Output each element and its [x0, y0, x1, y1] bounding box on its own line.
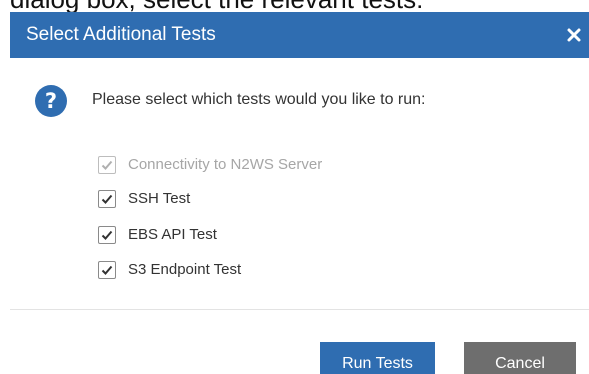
footer-divider: [10, 309, 589, 310]
dialog-prompt: Please select which tests would you like…: [92, 91, 426, 108]
close-icon[interactable]: [563, 24, 585, 46]
test-option-connectivity: Connectivity to N2WS Server: [98, 154, 322, 176]
test-label-ebs-api: EBS API Test: [128, 226, 217, 243]
dialog-titlebar: Select Additional Tests: [10, 12, 589, 58]
test-option-ebs-api[interactable]: EBS API Test: [98, 224, 217, 246]
test-label-connectivity: Connectivity to N2WS Server: [128, 156, 323, 173]
checkmark-icon: [101, 160, 113, 170]
dialog-title: Select Additional Tests: [26, 24, 216, 45]
test-option-s3-endpoint[interactable]: S3 Endpoint Test: [98, 259, 241, 281]
checkbox-ssh[interactable]: [98, 190, 116, 208]
test-label-s3-endpoint: S3 Endpoint Test: [128, 261, 242, 278]
checkbox-ebs-api[interactable]: [98, 226, 116, 244]
checkmark-icon: [101, 194, 113, 204]
cancel-button[interactable]: Cancel: [464, 342, 576, 374]
question-icon: ?: [35, 85, 67, 117]
checkmark-icon: [101, 265, 113, 275]
checkmark-icon: [101, 230, 113, 240]
select-tests-dialog: Select Additional Tests ? Please select …: [10, 12, 589, 374]
checkbox-s3-endpoint[interactable]: [98, 261, 116, 279]
test-label-ssh: SSH Test: [128, 190, 191, 207]
checkbox-connectivity: [98, 156, 116, 174]
run-tests-button[interactable]: Run Tests: [320, 342, 435, 374]
test-option-ssh[interactable]: SSH Test: [98, 188, 190, 210]
